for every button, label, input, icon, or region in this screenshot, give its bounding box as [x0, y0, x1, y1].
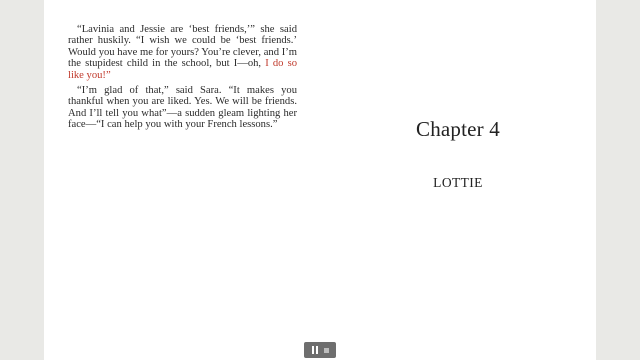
book-reader: “Lavinia and Jessie are ‘best friends,’”…: [44, 0, 596, 360]
chapter-title: Chapter 4: [415, 117, 501, 141]
pause-icon[interactable]: [311, 346, 319, 354]
left-page[interactable]: “Lavinia and Jessie are ‘best friends,’”…: [44, 0, 320, 360]
page-text: “Lavinia and Jessie are ‘best friends,’”…: [68, 24, 297, 131]
right-page[interactable]: Chapter 4 LOTTIE: [320, 0, 596, 360]
paragraph-2-text: “I’m glad of that,” said Sara. “It makes…: [68, 85, 297, 131]
stop-icon[interactable]: [323, 347, 329, 353]
paragraph-1-text: “Lavinia and Jessie are ‘best friends,’”…: [68, 24, 297, 70]
paragraph-2: “I’m glad of that,” said Sara. “It makes…: [68, 85, 297, 131]
paragraph-1: “Lavinia and Jessie are ‘best friends,’”…: [68, 24, 297, 81]
chapter-name: LOTTIE: [433, 175, 483, 190]
playback-controls: [304, 342, 336, 358]
